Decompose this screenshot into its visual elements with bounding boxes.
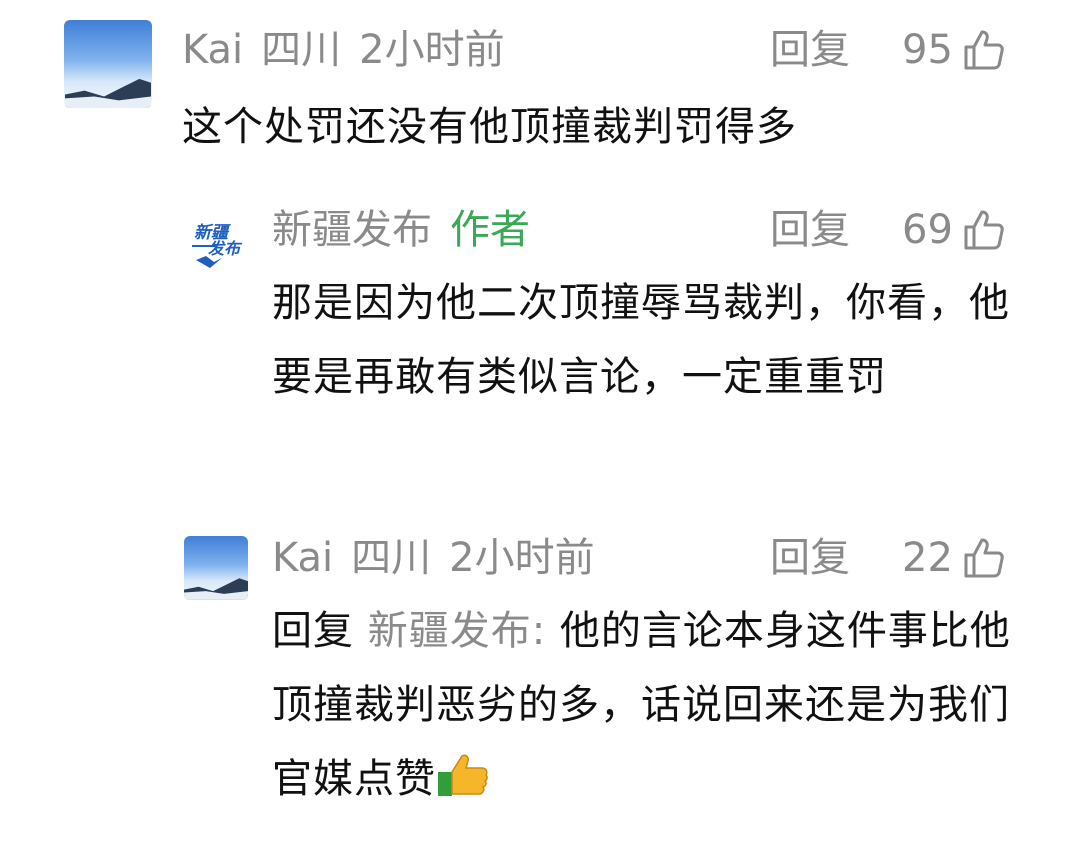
- username[interactable]: 新疆发布: [272, 207, 432, 253]
- like-count: 69: [902, 207, 953, 253]
- thumbs-up-icon: [964, 30, 1004, 70]
- like-count: 22: [902, 535, 953, 581]
- reply-button[interactable]: 回复: [770, 206, 850, 254]
- thumbs-up-emoji-icon: [436, 748, 490, 822]
- location: 四川: [351, 535, 432, 581]
- like-button[interactable]: 95: [902, 26, 1007, 74]
- location: 四川: [261, 27, 342, 73]
- timestamp: 2小时前: [359, 27, 505, 73]
- avatar[interactable]: 新疆 发布: [186, 210, 250, 274]
- comment-text: 那是因为他二次顶撞辱骂裁判，你看，他要是再敢有类似言论，一定重重罚: [272, 280, 1010, 400]
- comment-3: Kai 四川 2小时前 回复 22 回复 新疆发布: 他的言论本身这件事比他顶撞裁判…: [0, 510, 1080, 857]
- comment-meta: Kai 四川 2小时前: [272, 534, 613, 582]
- logo-text-bottom: 发布: [208, 239, 243, 258]
- author-badge: 作者: [450, 207, 530, 253]
- thumbs-up-icon: [964, 210, 1004, 250]
- avatar[interactable]: [64, 20, 152, 108]
- avatar[interactable]: [184, 536, 248, 600]
- comment-meta: 新疆发布 作者: [272, 206, 548, 254]
- comment-meta: Kai 四川 2小时前: [182, 26, 523, 74]
- reply-prefix: 回复: [272, 608, 354, 654]
- comment-text: 这个处罚还没有他顶撞裁判罚得多: [182, 104, 797, 150]
- reply-button[interactable]: 回复: [770, 26, 850, 74]
- like-count: 95: [902, 27, 953, 73]
- comment-text-block: 回复 新疆发布: 他的言论本身这件事比他顶撞裁判恶劣的多，话说回来还是为我们官媒…: [272, 594, 1022, 822]
- timestamp: 2小时前: [449, 535, 595, 581]
- mountain-image: [184, 578, 248, 600]
- reply-button[interactable]: 回复: [770, 534, 850, 582]
- comment-1: Kai 四川 2小时前 回复 95 这个处罚还没有他顶撞裁判罚得多: [0, 0, 1080, 180]
- mountain-image: [64, 78, 152, 108]
- username[interactable]: Kai: [182, 27, 243, 73]
- xinjiang-fabu-logo: 新疆 发布: [186, 210, 250, 274]
- like-button[interactable]: 22: [902, 534, 1007, 582]
- reply-target-username[interactable]: 新疆发布:: [368, 608, 546, 654]
- comment-2: 新疆 发布 新疆发布 作者 回复 69 那是因为他二次顶撞辱骂裁判，你看，他要是再…: [0, 180, 1080, 510]
- username[interactable]: Kai: [272, 535, 333, 581]
- like-button[interactable]: 69: [902, 206, 1007, 254]
- thumbs-up-icon: [964, 538, 1004, 578]
